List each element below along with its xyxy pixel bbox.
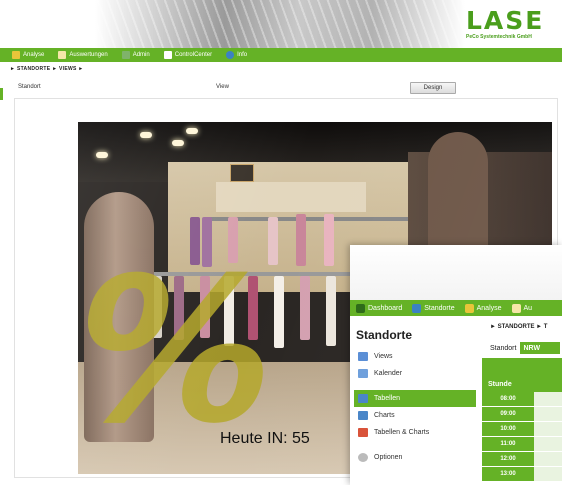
app-preview-window: Dashboard Standorte Analyse Au Standorte… bbox=[350, 245, 562, 485]
menu-item-tabellen[interactable]: Tabellen bbox=[354, 390, 476, 407]
overlay-nav-label: Analyse bbox=[476, 304, 502, 312]
overlay-nav-label: Au bbox=[523, 304, 533, 312]
table-cell-value bbox=[534, 392, 562, 406]
monitor-icon bbox=[163, 51, 172, 59]
table-row: 10:00 bbox=[482, 422, 562, 437]
menu-item-label: Tabellen bbox=[374, 395, 401, 402]
menu-item-views[interactable]: Views bbox=[354, 348, 476, 365]
menu-item-label: Views bbox=[374, 353, 393, 360]
menu-item-tabellen-charts[interactable]: Tabellen & Charts bbox=[354, 424, 476, 441]
users-icon bbox=[121, 51, 130, 59]
nav-label: ControlCenter bbox=[174, 52, 213, 58]
document-icon bbox=[511, 303, 521, 313]
menu-item-optionen[interactable]: Optionen bbox=[354, 449, 476, 466]
standort-select[interactable]: NRW bbox=[520, 342, 561, 354]
overlay-nav-label: Standorte bbox=[424, 304, 455, 312]
nav-item-info[interactable]: Info bbox=[226, 51, 247, 59]
table-row: 13:00 bbox=[482, 467, 562, 482]
menu-item-kalender[interactable]: Kalender bbox=[354, 365, 476, 382]
table-cell-value bbox=[534, 407, 562, 421]
table-row: 11:00 bbox=[482, 437, 562, 452]
nav-label: Auswertungen bbox=[69, 52, 108, 58]
logo-text: LASE bbox=[466, 6, 545, 35]
menu-item-label: Tabellen & Charts bbox=[374, 429, 430, 436]
table-cell-hour: 10:00 bbox=[482, 422, 534, 436]
overlay-header bbox=[350, 245, 562, 300]
menu-item-charts[interactable]: Charts bbox=[354, 407, 476, 424]
nav-item-controlcenter[interactable]: ControlCenter bbox=[163, 51, 213, 59]
table-cell-value bbox=[534, 467, 562, 481]
help-icon bbox=[226, 51, 235, 59]
breadcrumb[interactable]: ► STANDORTE ► VIEWS ► bbox=[10, 66, 84, 72]
table-cell-hour: 11:00 bbox=[482, 437, 534, 451]
table-row: 09:00 bbox=[482, 407, 562, 422]
overlay-nav-label: Dashboard bbox=[368, 304, 403, 312]
overlay-nav-analyse[interactable]: Analyse bbox=[464, 303, 502, 313]
options-icon bbox=[358, 453, 368, 462]
overlay-breadcrumb[interactable]: ► STANDORTE ► T bbox=[490, 324, 547, 330]
calendar-icon bbox=[358, 369, 368, 378]
overlay-nav-standorte[interactable]: Standorte bbox=[412, 303, 455, 313]
table-cell-hour: 12:00 bbox=[482, 452, 534, 466]
field-row: Standort View bbox=[14, 84, 554, 96]
nav-item-admin[interactable]: Admin bbox=[121, 51, 150, 59]
chart-icon bbox=[464, 303, 474, 313]
nav-label: Info bbox=[237, 52, 248, 58]
menu-gap bbox=[354, 382, 476, 390]
location-icon bbox=[412, 303, 422, 313]
menu-gap bbox=[354, 441, 476, 449]
views-icon bbox=[358, 352, 368, 361]
overlay-nav: Dashboard Standorte Analyse Au bbox=[350, 300, 562, 316]
overlay-filter: Standort NRW bbox=[490, 342, 561, 354]
overlay-side-menu: Views Kalender Tabellen Charts Tabellen … bbox=[354, 348, 476, 466]
banner-graphic bbox=[95, 0, 465, 48]
menu-item-label: Optionen bbox=[374, 454, 403, 461]
header-banner: LASE PeCo Systemtechnik GmbH bbox=[0, 0, 562, 48]
menu-item-label: Kalender bbox=[374, 370, 403, 377]
table-chart-icon bbox=[358, 428, 368, 437]
table-cell-hour: 09:00 bbox=[482, 407, 534, 421]
menu-item-label: Charts bbox=[374, 412, 395, 419]
table-icon bbox=[358, 394, 368, 403]
table-cell-value bbox=[534, 437, 562, 451]
overlay-nav-auswertungen[interactable]: Au bbox=[511, 303, 533, 313]
design-button[interactable]: Design bbox=[410, 82, 456, 94]
main-nav: Analyse Auswertungen Admin ControlCenter… bbox=[0, 48, 562, 62]
logo-subtitle: PeCo Systemtechnik GmbH bbox=[466, 34, 532, 40]
overlay-filter-label: Standort bbox=[490, 344, 517, 352]
document-icon bbox=[58, 51, 67, 59]
bar-chart-icon bbox=[358, 411, 368, 420]
view-label: View bbox=[216, 84, 229, 90]
overlay-nav-dashboard[interactable]: Dashboard bbox=[356, 303, 403, 313]
dashboard-icon bbox=[356, 303, 365, 313]
table-row: 08:00 bbox=[482, 392, 562, 407]
table-row: 12:00 bbox=[482, 452, 562, 467]
visitor-counter: Heute IN: 55 bbox=[220, 430, 310, 447]
table-cell-hour: 08:00 bbox=[482, 392, 534, 406]
standort-label: Standort bbox=[18, 84, 41, 90]
logo[interactable]: LASE PeCo Systemtechnik GmbH bbox=[466, 8, 558, 46]
nav-item-analyse[interactable]: Analyse bbox=[12, 51, 44, 59]
table-cell-value bbox=[534, 422, 562, 436]
nav-label: Analyse bbox=[23, 52, 45, 58]
nav-label: Admin bbox=[132, 52, 150, 58]
table-header-stunde: Stunde bbox=[482, 358, 562, 392]
overlay-page-title: Standorte bbox=[356, 328, 413, 342]
nav-item-auswertungen[interactable]: Auswertungen bbox=[58, 51, 108, 59]
hours-table: Stunde 08:00 09:00 10:00 11:00 12:00 13:… bbox=[482, 358, 562, 482]
table-cell-value bbox=[534, 452, 562, 466]
left-marker bbox=[0, 88, 3, 100]
table-cell-hour: 13:00 bbox=[482, 467, 534, 481]
chart-icon bbox=[12, 51, 20, 59]
